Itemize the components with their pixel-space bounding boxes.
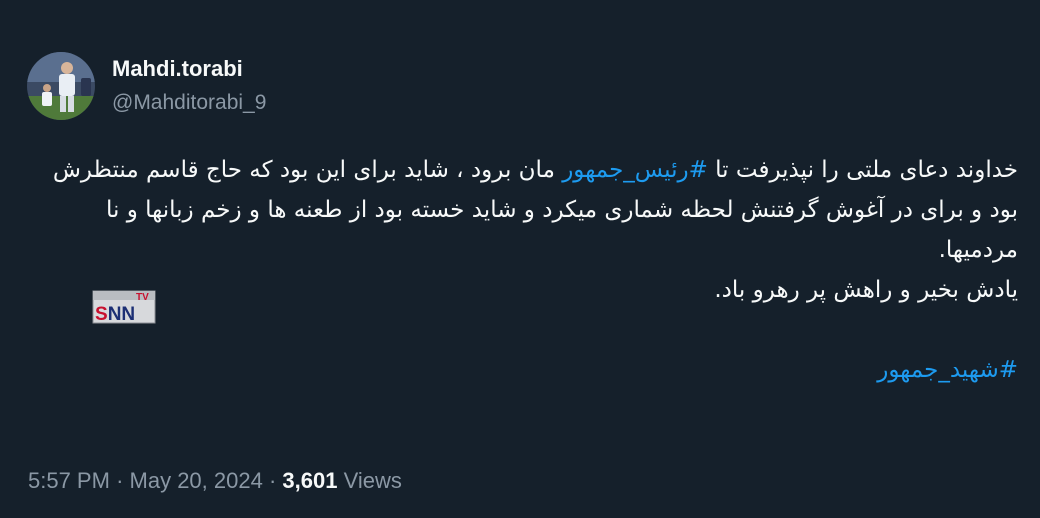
hashtag-link-president[interactable]: #رئیس_جمهور: [562, 157, 708, 183]
tweet-body: خداوند دعای ملتی را نپذیرفت تا #رئیس_جمه…: [24, 150, 1018, 390]
tweet-meta: 5:57 PM · May 20, 2024 · 3,601 Views: [28, 468, 402, 494]
snn-tv-watermark: TV SNN: [92, 290, 156, 325]
views-count[interactable]: 3,601: [282, 468, 337, 493]
author-handle[interactable]: @Mahditorabi_9: [112, 91, 266, 115]
watermark-tv-text: TV: [136, 292, 149, 303]
meta-separator: ·: [268, 468, 277, 493]
snn-tv-logo: TV SNN: [92, 290, 156, 325]
tweet-paragraph: خداوند دعای ملتی را نپذیرفت تا #رئیس_جمه…: [24, 150, 1018, 270]
tweet-time[interactable]: 5:57 PM: [28, 468, 110, 493]
author-display-name[interactable]: Mahdi.torabi: [112, 56, 243, 82]
tweet-line-last: یادش بخیر و راهش پر رهرو باد.: [714, 277, 1018, 303]
tweet-date[interactable]: May 20, 2024: [130, 468, 263, 493]
views-label[interactable]: Views: [344, 468, 402, 493]
watermark-snn-text: SNN: [95, 304, 135, 324]
tweet-card: Mahdi.torabi @Mahditorabi_9 خداوند دعای …: [0, 0, 1040, 518]
meta-separator: ·: [116, 468, 124, 493]
tweet-text-start: خداوند دعای ملتی را نپذیرفت تا: [707, 157, 1018, 183]
avatar[interactable]: [27, 52, 95, 120]
hashtag-link-martyr[interactable]: #شهید_جمهور: [877, 357, 1018, 383]
